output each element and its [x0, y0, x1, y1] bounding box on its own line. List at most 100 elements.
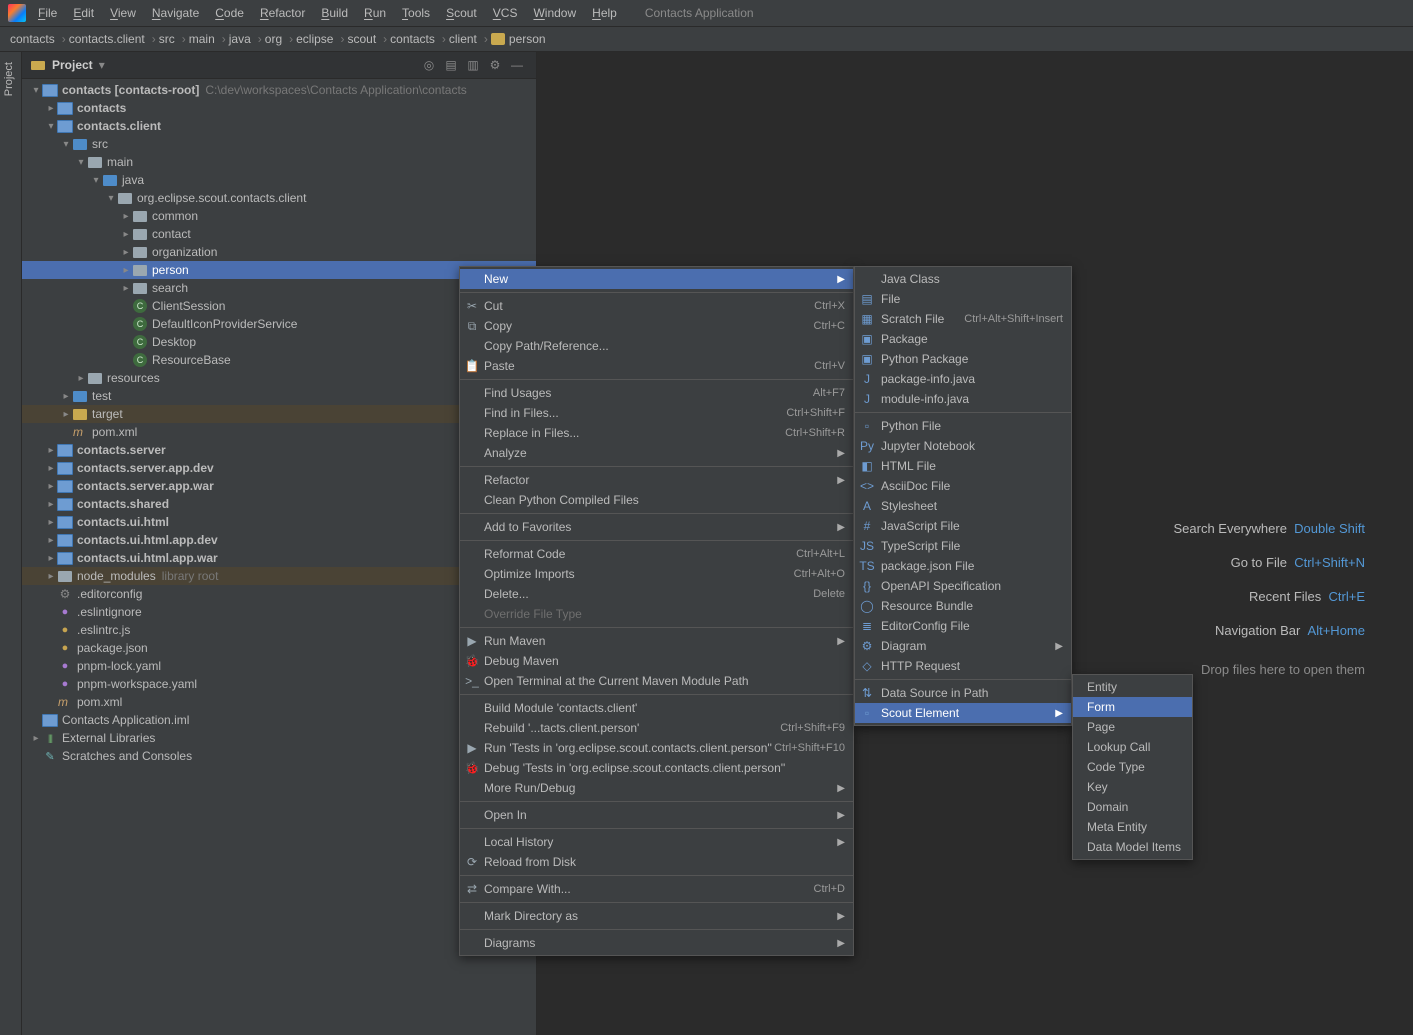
menu-run[interactable]: Run: [356, 2, 394, 24]
menu-vcs[interactable]: VCS: [485, 2, 526, 24]
menu-refactor[interactable]: Refactor: [252, 2, 313, 24]
context-menu-item[interactable]: Find in Files...Ctrl+Shift+F: [460, 403, 853, 423]
context-menu-item[interactable]: Find UsagesAlt+F7: [460, 383, 853, 403]
crumb[interactable]: contacts: [10, 32, 55, 46]
new-menu-item[interactable]: ⚙Diagram▶: [855, 636, 1071, 656]
crumb[interactable]: contacts: [390, 32, 435, 46]
context-menu-item[interactable]: New▶: [460, 269, 853, 289]
scout-menu-item[interactable]: Form: [1073, 697, 1192, 717]
tree-folder-organization[interactable]: ▸organization: [22, 243, 536, 261]
context-menu-item[interactable]: ⟳Reload from Disk: [460, 852, 853, 872]
chevron-right-icon[interactable]: ▸: [120, 247, 132, 258]
chevron-right-icon[interactable]: ▸: [45, 517, 57, 528]
chevron-right-icon[interactable]: ▸: [120, 229, 132, 240]
new-menu-item[interactable]: ◇HTTP Request: [855, 656, 1071, 676]
context-menu-item[interactable]: Replace in Files...Ctrl+Shift+R: [460, 423, 853, 443]
chevron-down-icon[interactable]: ▾: [90, 175, 102, 186]
chevron-right-icon[interactable]: ▸: [45, 535, 57, 546]
scout-menu-item[interactable]: Page: [1073, 717, 1192, 737]
new-menu-item[interactable]: ◧HTML File: [855, 456, 1071, 476]
context-menu[interactable]: New▶ ✂CutCtrl+X⧉CopyCtrl+CCopy Path/Refer…: [459, 266, 854, 956]
new-menu-item[interactable]: Jpackage-info.java: [855, 369, 1071, 389]
new-menu-item[interactable]: ▣Package: [855, 329, 1071, 349]
chevron-down-icon[interactable]: ▾: [60, 139, 72, 150]
new-menu-item[interactable]: #JavaScript File: [855, 516, 1071, 536]
crumb[interactable]: eclipse: [296, 32, 333, 46]
context-menu-item[interactable]: ▶Run 'Tests in 'org.eclipse.scout.contac…: [460, 738, 853, 758]
scout-menu-item[interactable]: Meta Entity: [1073, 817, 1192, 837]
chevron-right-icon[interactable]: ▸: [45, 103, 57, 114]
menu-help[interactable]: Help: [584, 2, 625, 24]
chevron-right-icon[interactable]: ▸: [45, 499, 57, 510]
crumb[interactable]: scout: [347, 32, 376, 46]
context-menu-item[interactable]: Refactor▶: [460, 470, 853, 490]
context-menu-item[interactable]: >_Open Terminal at the Current Maven Mod…: [460, 671, 853, 691]
new-menu-item[interactable]: ▦Scratch FileCtrl+Alt+Shift+Insert: [855, 309, 1071, 329]
context-menu-item[interactable]: Clean Python Compiled Files: [460, 490, 853, 510]
chevron-right-icon[interactable]: ▸: [120, 265, 132, 276]
new-menu-item[interactable]: TSpackage.json File: [855, 556, 1071, 576]
new-menu-item[interactable]: ▫Scout Element▶: [855, 703, 1071, 723]
chevron-right-icon[interactable]: ▸: [45, 571, 57, 582]
context-menu-item[interactable]: ⇄Compare With...Ctrl+D: [460, 879, 853, 899]
scout-menu-item[interactable]: Lookup Call: [1073, 737, 1192, 757]
scout-menu-item[interactable]: Code Type: [1073, 757, 1192, 777]
context-menu-item[interactable]: Copy Path/Reference...: [460, 336, 853, 356]
new-menu-item[interactable]: JSTypeScript File: [855, 536, 1071, 556]
context-menu-item[interactable]: Local History▶: [460, 832, 853, 852]
chevron-right-icon[interactable]: ▸: [60, 391, 72, 402]
crumb[interactable]: org: [265, 32, 282, 46]
tree-item[interactable]: ▾contacts.client: [22, 117, 536, 135]
tree-item[interactable]: ▾org.eclipse.scout.contacts.client: [22, 189, 536, 207]
menu-file[interactable]: File: [30, 2, 65, 24]
crumb[interactable]: client: [449, 32, 477, 46]
new-menu-item[interactable]: {}OpenAPI Specification: [855, 576, 1071, 596]
new-menu-item[interactable]: ▫Python File: [855, 416, 1071, 436]
chevron-right-icon[interactable]: ▸: [45, 553, 57, 564]
new-menu-item[interactable]: Java Class: [855, 269, 1071, 289]
context-menu-item[interactable]: Reformat CodeCtrl+Alt+L: [460, 544, 853, 564]
context-menu-item[interactable]: Analyze▶: [460, 443, 853, 463]
chevron-right-icon[interactable]: ▸: [45, 463, 57, 474]
scout-menu-item[interactable]: Data Model Items: [1073, 837, 1192, 857]
context-menu-item[interactable]: Add to Favorites▶: [460, 517, 853, 537]
crumb[interactable]: contacts.client: [69, 32, 145, 46]
tree-item[interactable]: ▾main: [22, 153, 536, 171]
crumb[interactable]: src: [159, 32, 175, 46]
context-menu-item[interactable]: Build Module 'contacts.client': [460, 698, 853, 718]
context-menu-item[interactable]: Open In▶: [460, 805, 853, 825]
chevron-down-icon[interactable]: ▾: [75, 157, 87, 168]
crumb[interactable]: java: [229, 32, 251, 46]
context-menu-item[interactable]: Rebuild '...tacts.client.person'Ctrl+Shi…: [460, 718, 853, 738]
context-menu-item[interactable]: ⧉CopyCtrl+C: [460, 316, 853, 336]
context-menu-item[interactable]: 📋PasteCtrl+V: [460, 356, 853, 376]
settings-icon[interactable]: ⚙: [484, 54, 506, 76]
chevron-right-icon[interactable]: ▸: [30, 733, 42, 744]
new-menu-item[interactable]: ◯Resource Bundle: [855, 596, 1071, 616]
context-menu-item[interactable]: Mark Directory as▶: [460, 906, 853, 926]
menu-view[interactable]: View: [102, 2, 144, 24]
chevron-right-icon[interactable]: ▸: [45, 481, 57, 492]
tree-item[interactable]: ▾src: [22, 135, 536, 153]
new-menu-item[interactable]: <>AsciiDoc File: [855, 476, 1071, 496]
chevron-right-icon[interactable]: ▸: [60, 409, 72, 420]
crumb[interactable]: person: [509, 32, 546, 46]
tree-item[interactable]: ▸contacts: [22, 99, 536, 117]
tree-root[interactable]: ▾contacts [contacts-root]C:\dev\workspac…: [22, 81, 536, 99]
locate-icon[interactable]: ◎: [418, 54, 440, 76]
chevron-down-icon[interactable]: ▾: [30, 85, 42, 96]
new-menu-item[interactable]: ▣Python Package: [855, 349, 1071, 369]
chevron-right-icon[interactable]: ▸: [45, 445, 57, 456]
menu-window[interactable]: Window: [525, 2, 584, 24]
menu-scout[interactable]: Scout: [438, 2, 485, 24]
chevron-down-icon[interactable]: ▾: [45, 121, 57, 132]
menu-edit[interactable]: Edit: [65, 2, 102, 24]
scout-menu-item[interactable]: Domain: [1073, 797, 1192, 817]
context-menu-item[interactable]: Delete...Delete: [460, 584, 853, 604]
context-menu-item[interactable]: Diagrams▶: [460, 933, 853, 953]
context-menu-item[interactable]: Optimize ImportsCtrl+Alt+O: [460, 564, 853, 584]
context-menu-item[interactable]: ✂CutCtrl+X: [460, 296, 853, 316]
tree-folder-common[interactable]: ▸common: [22, 207, 536, 225]
gutter-tab-project[interactable]: Project: [0, 52, 18, 106]
tree-item[interactable]: ▾java: [22, 171, 536, 189]
